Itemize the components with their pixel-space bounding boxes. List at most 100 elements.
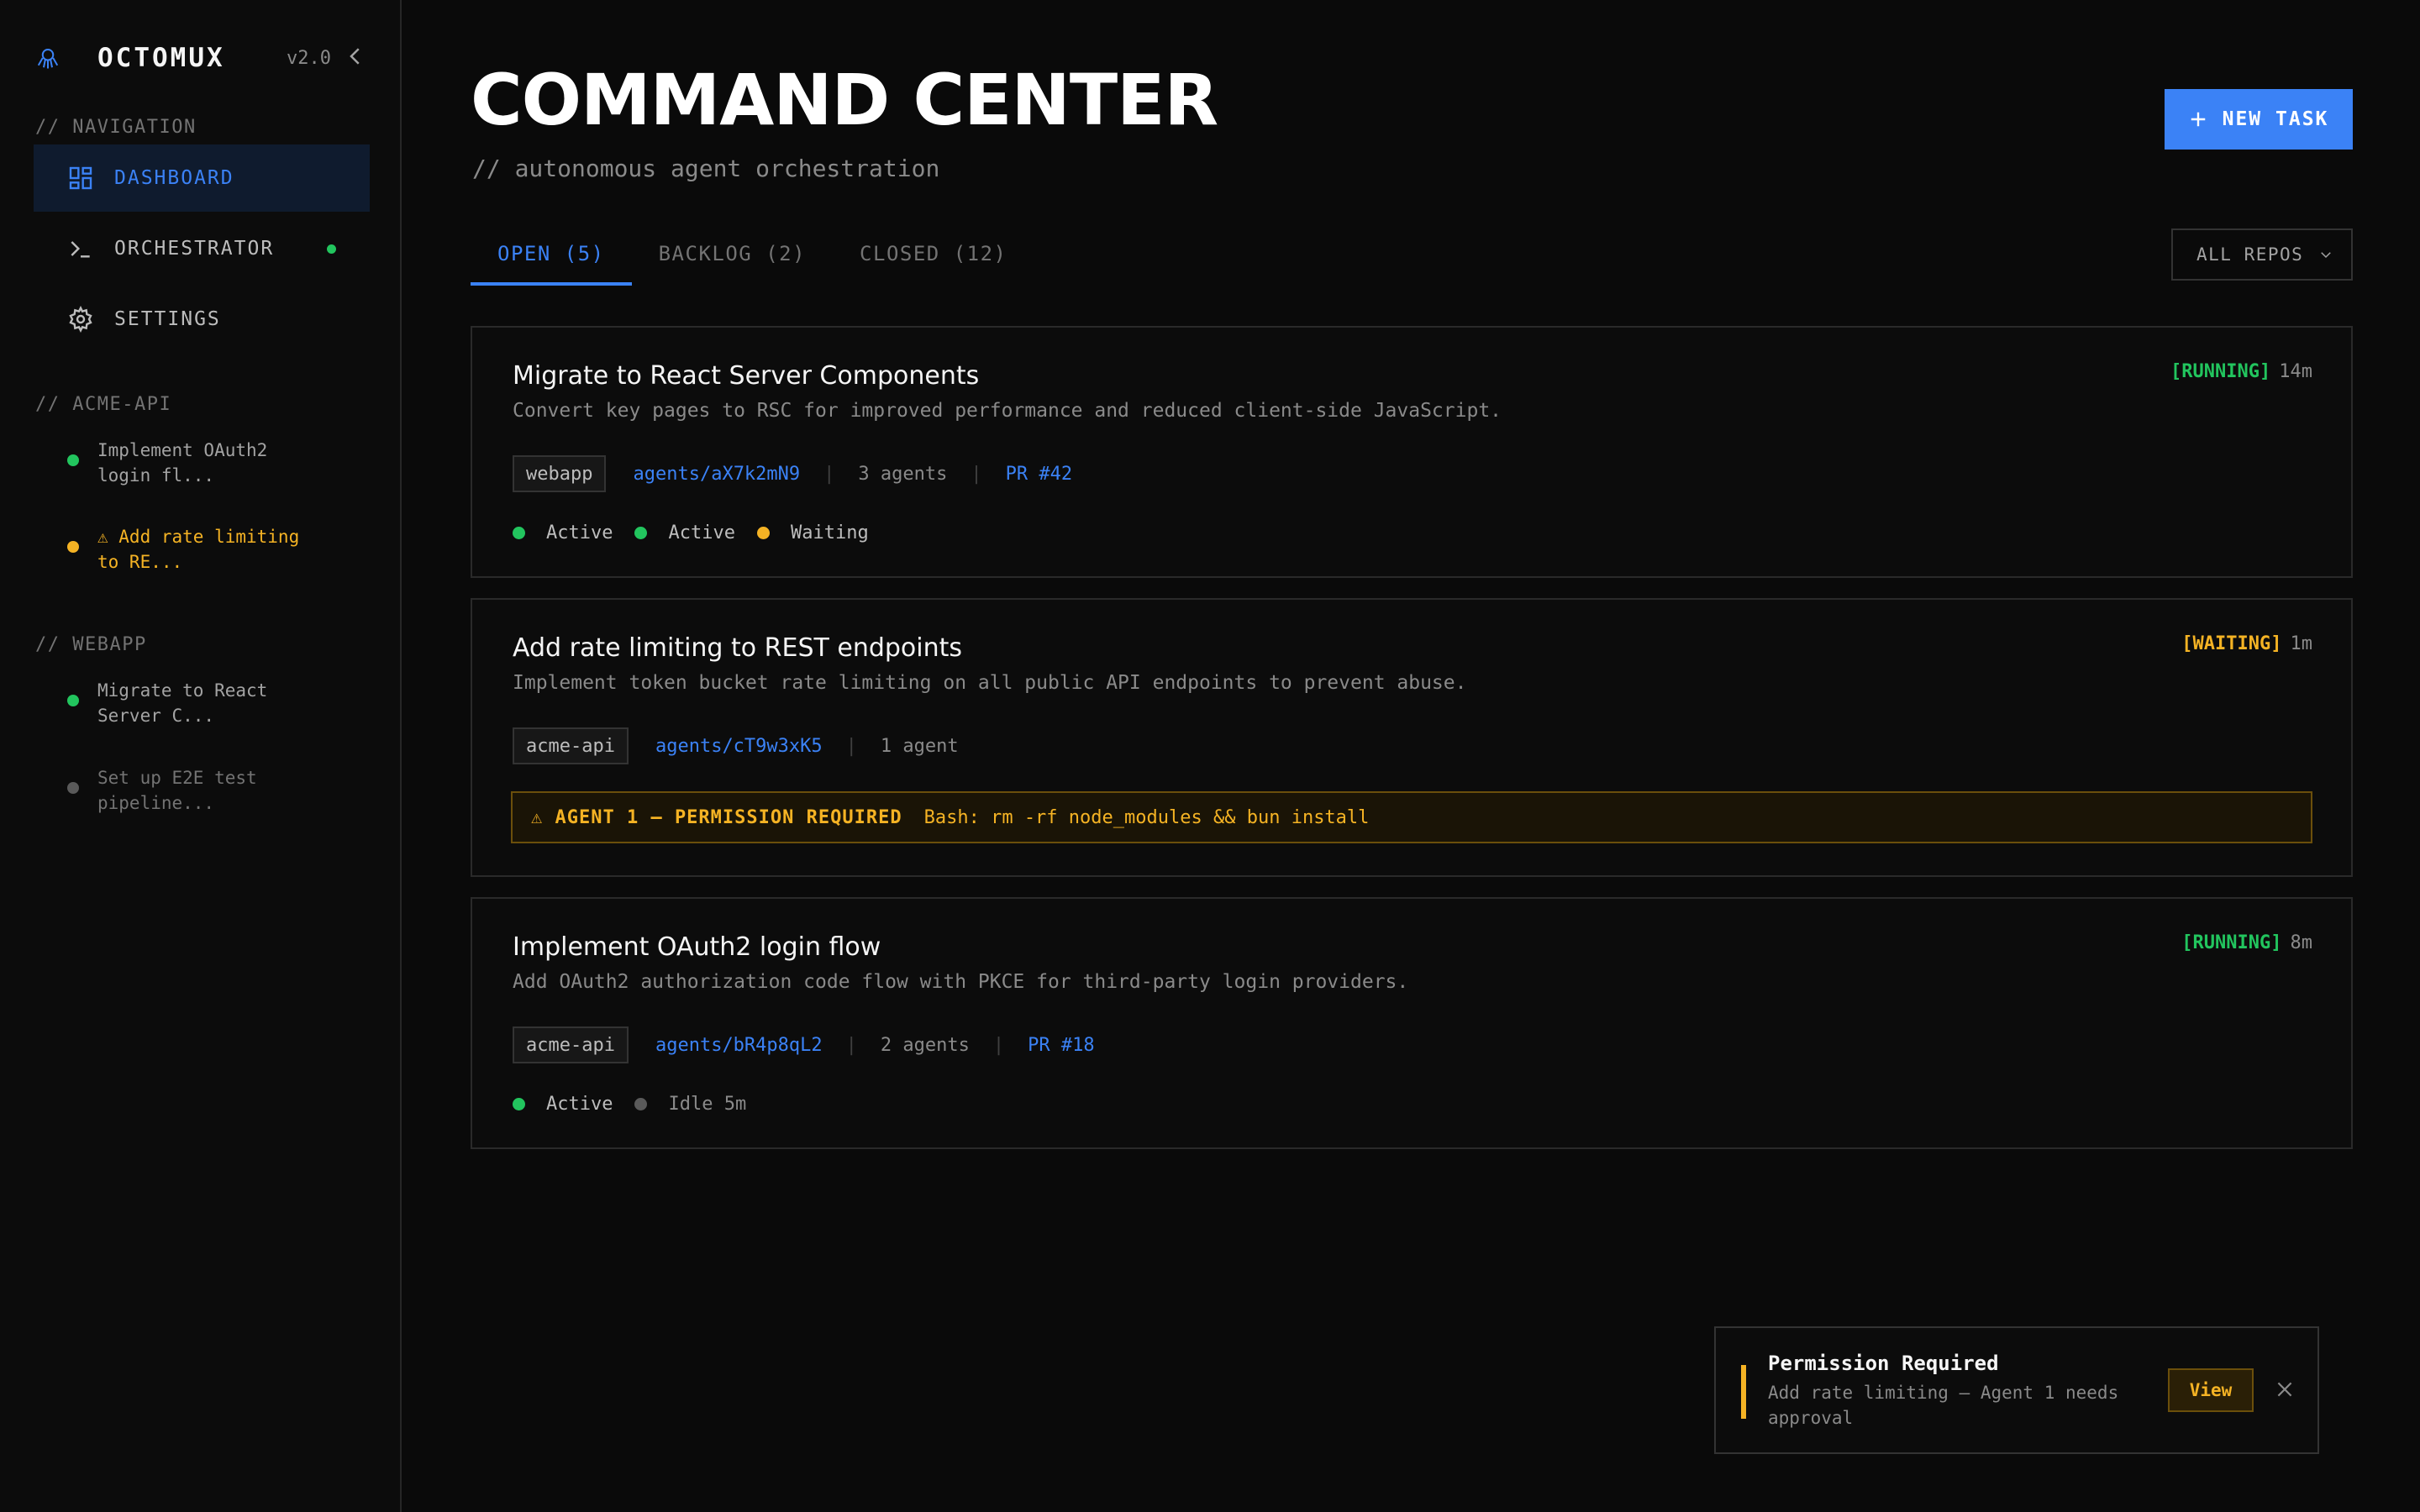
toast-accent-bar	[1741, 1365, 1746, 1419]
agent-status: Active	[513, 522, 613, 543]
elapsed-time: 8m	[2290, 932, 2313, 953]
task-tabs: OPEN (5) BACKLOG (2) CLOSED (12)	[471, 227, 1034, 286]
repo-tag: webapp	[513, 455, 607, 492]
sidebar-task-rate-limiting[interactable]: ⚠ Add rate limiting to RE...	[67, 524, 353, 575]
separator: |	[823, 463, 835, 485]
agent-status-row: Active Active Waiting	[513, 522, 891, 543]
pr-link[interactable]: PR #18	[1028, 1035, 1094, 1056]
status-dot	[634, 1098, 648, 1110]
sidebar-task-label: Migrate to React Server C...	[97, 680, 268, 726]
task-title: Add rate limiting to REST endpoints	[513, 633, 963, 663]
repo-filter-value: ALL REPOS	[2196, 244, 2304, 265]
agent-status: Active	[634, 522, 735, 543]
sidebar-task-e2e-pipeline[interactable]: Set up E2E test pipeline...	[67, 765, 353, 816]
dashboard-icon	[69, 166, 92, 190]
repo-tag: acme-api	[513, 1026, 629, 1063]
version-label: v2.0	[287, 47, 331, 69]
agent-status: Idle 5m	[634, 1094, 746, 1115]
status-dot	[756, 527, 770, 539]
octopus-logo-icon	[37, 49, 59, 69]
chevron-down-icon	[2321, 252, 2332, 259]
terminal-icon	[71, 241, 90, 258]
agent-path-link[interactable]: agents/bR4p8qL2	[655, 1035, 823, 1056]
new-task-button[interactable]: NEW TASK	[2165, 89, 2353, 150]
sidebar-item-orchestrator[interactable]: ORCHESTRATOR	[34, 215, 370, 282]
permission-request-bar[interactable]: ⚠ AGENT 1 — PERMISSION REQUIRED Bash: rm…	[511, 791, 2312, 843]
status-dot	[67, 695, 79, 706]
task-description: Convert key pages to RSC for improved pe…	[513, 400, 1502, 422]
agent-status-label: Active	[668, 522, 735, 543]
toast-view-button[interactable]: View	[2168, 1368, 2254, 1412]
agent-path-link[interactable]: agents/cT9w3xK5	[655, 736, 823, 757]
agent-count: 2 agents	[880, 1034, 970, 1056]
brand-name: OCTOMUX	[97, 43, 225, 73]
orchestrator-status-dot	[327, 244, 336, 254]
agent-status-label: Idle 5m	[668, 1094, 747, 1115]
separator: |	[971, 463, 982, 485]
sidebar-task-oauth2[interactable]: Implement OAuth2 login fl...	[67, 438, 353, 488]
sidebar-task-react-server[interactable]: Migrate to React Server C...	[67, 678, 353, 728]
sidebar-task-label: Set up E2E test pipeline...	[97, 768, 257, 813]
brand: OCTOMUX v2.0	[35, 37, 368, 79]
close-icon[interactable]	[2274, 1378, 2296, 1400]
agent-status-label: Active	[546, 1094, 613, 1115]
plus-icon	[2191, 112, 2205, 127]
agent-path-link[interactable]: agents/aX7k2mN9	[633, 464, 800, 485]
status-dot	[67, 782, 79, 794]
status-dot	[67, 541, 79, 553]
elapsed-time: 14m	[2279, 361, 2312, 382]
tab-closed[interactable]: CLOSED (12)	[833, 227, 1034, 286]
sidebar: OCTOMUX v2.0 // NAVIGATION DASHBOARD ORC…	[0, 0, 402, 1512]
sidebar-item-label: DASHBOARD	[114, 167, 234, 189]
group-label-acme-api: // ACME-API	[35, 394, 172, 415]
repo-tag: acme-api	[513, 727, 629, 764]
sidebar-item-label: SETTINGS	[114, 308, 221, 330]
agent-status-row: Active Idle 5m	[513, 1094, 768, 1115]
agent-status: Active	[513, 1094, 613, 1115]
task-meta: webapp agents/aX7k2mN9 | 3 agents | PR #…	[513, 455, 1072, 492]
task-description: Add OAuth2 authorization code flow with …	[513, 971, 1409, 993]
sidebar-item-settings[interactable]: SETTINGS	[34, 286, 370, 353]
agent-count: 1 agent	[880, 735, 959, 757]
tab-backlog[interactable]: BACKLOG (2)	[632, 227, 833, 286]
task-meta: acme-api agents/bR4p8qL2 | 2 agents | PR…	[513, 1026, 1095, 1063]
task-card[interactable]: Migrate to React Server Components Conve…	[471, 326, 2353, 578]
sidebar-task-label: Implement OAuth2 login fl...	[97, 440, 268, 486]
agent-status: Waiting	[756, 522, 869, 543]
sidebar-item-label: ORCHESTRATOR	[114, 238, 275, 260]
task-status: [RUNNING] 8m	[2181, 932, 2312, 953]
agent-count: 3 agents	[858, 463, 948, 485]
status-badge: [RUNNING]	[2170, 361, 2271, 382]
status-badge: [WAITING]	[2181, 633, 2282, 654]
collapse-sidebar-chevron-left-icon[interactable]	[343, 44, 368, 69]
toast-body: Add rate limiting — Agent 1 needs approv…	[1768, 1383, 2119, 1428]
agent-status-label: Active	[546, 522, 613, 543]
separator: |	[845, 1034, 857, 1056]
permission-label: ⚠ AGENT 1 — PERMISSION REQUIRED	[531, 806, 902, 828]
page-title: COMMAND CENTER	[471, 59, 1218, 141]
status-dot	[513, 1098, 525, 1110]
new-task-label: NEW TASK	[2222, 108, 2329, 130]
sidebar-item-dashboard[interactable]: DASHBOARD	[34, 144, 370, 212]
task-description: Implement token bucket rate limiting on …	[513, 672, 1467, 694]
pr-link[interactable]: PR #42	[1006, 464, 1072, 485]
status-dot	[634, 527, 648, 539]
gear-icon	[69, 306, 92, 333]
nav-section-label: // NAVIGATION	[35, 117, 197, 138]
task-status: [WAITING] 1m	[2181, 633, 2312, 654]
task-card[interactable]: Add rate limiting to REST endpoints Impl…	[471, 598, 2353, 877]
agent-status-label: Waiting	[790, 522, 869, 543]
task-title: Implement OAuth2 login flow	[513, 932, 881, 962]
tab-open[interactable]: OPEN (5)	[471, 227, 632, 286]
status-badge: [RUNNING]	[2181, 932, 2282, 953]
status-dot	[67, 454, 79, 466]
sidebar-task-label: ⚠ Add rate limiting to RE...	[97, 527, 300, 572]
page-subtitle: // autonomous agent orchestration	[472, 155, 940, 182]
task-title: Migrate to React Server Components	[513, 361, 980, 391]
task-card[interactable]: Implement OAuth2 login flow Add OAuth2 a…	[471, 897, 2353, 1149]
group-label-webapp: // WEBAPP	[35, 634, 147, 655]
task-meta: acme-api agents/cT9w3xK5 | 1 agent	[513, 727, 959, 764]
repo-filter-dropdown[interactable]: ALL REPOS	[2171, 228, 2353, 281]
permission-toast: Permission Required Add rate limiting — …	[1714, 1326, 2319, 1454]
task-status: [RUNNING] 14m	[2170, 361, 2312, 382]
